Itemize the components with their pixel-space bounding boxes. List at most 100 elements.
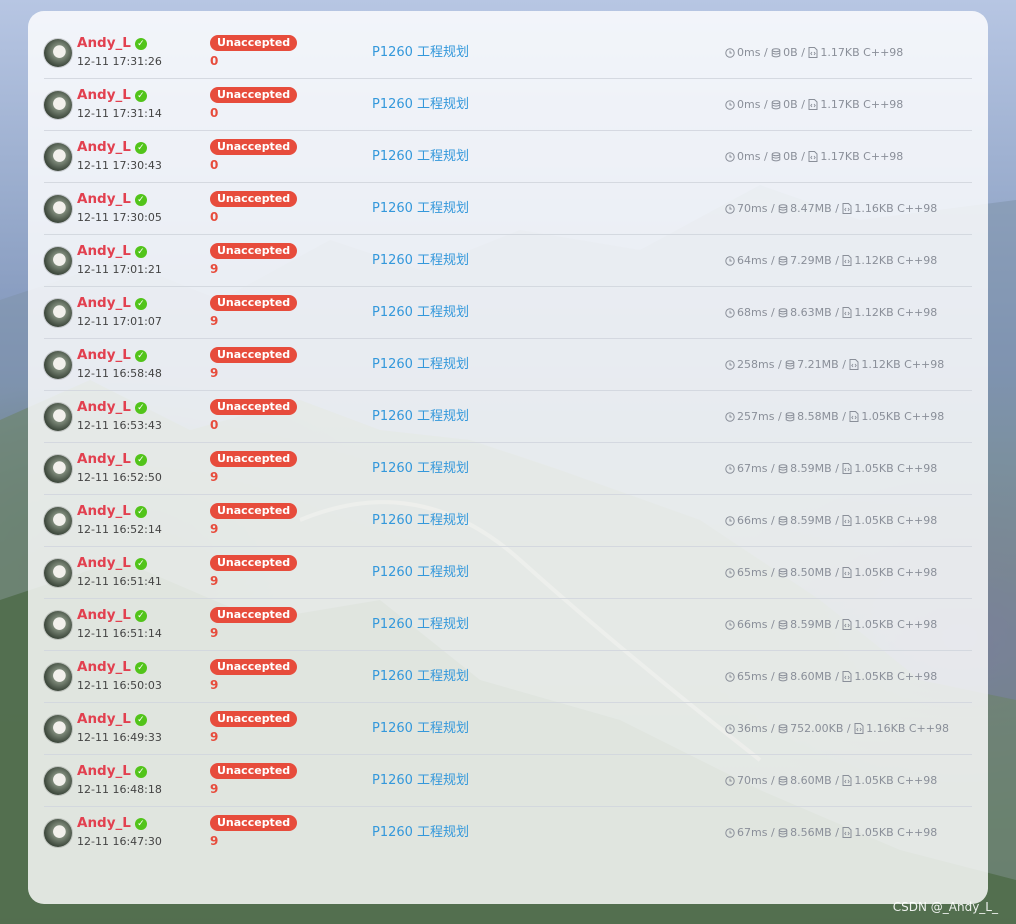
status-badge[interactable]: Unaccepted bbox=[210, 763, 298, 779]
check-circle-icon: ✓ bbox=[134, 194, 147, 206]
username-link[interactable]: Andy_L bbox=[77, 87, 131, 103]
database-icon bbox=[778, 620, 788, 630]
avatar[interactable] bbox=[44, 767, 72, 795]
status-badge[interactable]: Unaccepted bbox=[210, 555, 298, 571]
status-badge[interactable]: Unaccepted bbox=[210, 399, 298, 415]
problem-link[interactable]: P1260 工程规划 bbox=[372, 721, 469, 737]
username-link[interactable]: Andy_L bbox=[77, 451, 131, 467]
score: 9 bbox=[210, 314, 219, 328]
database-icon bbox=[778, 516, 788, 526]
clock-icon bbox=[725, 204, 735, 214]
username-link[interactable]: Andy_L bbox=[77, 295, 131, 311]
problem-link[interactable]: P1260 工程规划 bbox=[372, 253, 469, 269]
run-stats: 64ms / 7.29MB / 1.12KB C++98 bbox=[725, 254, 937, 268]
separator: / bbox=[770, 462, 779, 475]
language: C++98 bbox=[897, 774, 938, 787]
avatar[interactable] bbox=[44, 299, 72, 327]
avatar[interactable] bbox=[44, 143, 72, 171]
problem-link[interactable]: P1260 工程规划 bbox=[372, 97, 469, 113]
separator: / bbox=[835, 254, 843, 267]
username-link[interactable]: Andy_L bbox=[77, 555, 131, 571]
status-badge[interactable]: Unaccepted bbox=[210, 503, 298, 519]
separator: / bbox=[842, 410, 850, 423]
problem-link[interactable]: P1260 工程规划 bbox=[372, 201, 469, 217]
status-badge[interactable]: Unaccepted bbox=[210, 711, 298, 727]
avatar[interactable] bbox=[44, 351, 72, 379]
avatar[interactable] bbox=[44, 559, 72, 587]
problem-link[interactable]: P1260 工程规划 bbox=[372, 773, 469, 789]
score: 9 bbox=[210, 730, 219, 744]
username-link[interactable]: Andy_L bbox=[77, 243, 131, 259]
status-badge[interactable]: Unaccepted bbox=[210, 451, 298, 467]
avatar[interactable] bbox=[44, 611, 72, 639]
username-link[interactable]: Andy_L bbox=[77, 347, 131, 363]
file-code-icon bbox=[849, 359, 859, 370]
problem-link[interactable]: P1260 工程规划 bbox=[372, 617, 469, 633]
problem-link[interactable]: P1260 工程规划 bbox=[372, 149, 469, 165]
avatar[interactable] bbox=[44, 39, 72, 67]
separator: / bbox=[842, 358, 850, 371]
avatar[interactable] bbox=[44, 455, 72, 483]
status-badge[interactable]: Unaccepted bbox=[210, 139, 298, 155]
code-size: 1.05KB bbox=[854, 826, 894, 839]
file-code-icon bbox=[808, 47, 818, 58]
username-link[interactable]: Andy_L bbox=[77, 659, 131, 675]
problem-link[interactable]: P1260 工程规划 bbox=[372, 565, 469, 581]
runtime: 70ms bbox=[737, 774, 768, 787]
avatar[interactable] bbox=[44, 195, 72, 223]
submission-row: Andy_L ✓ 12-11 17:01:21 Unaccepted 9 P126… bbox=[44, 235, 972, 287]
separator: / bbox=[770, 670, 779, 683]
problem-link[interactable]: P1260 工程规划 bbox=[372, 669, 469, 685]
status-badge[interactable]: Unaccepted bbox=[210, 347, 298, 363]
problem-link[interactable]: P1260 工程规划 bbox=[372, 825, 469, 841]
clock-icon bbox=[725, 828, 735, 838]
status-badge[interactable]: Unaccepted bbox=[210, 191, 298, 207]
avatar[interactable] bbox=[44, 403, 72, 431]
avatar[interactable] bbox=[44, 819, 72, 847]
status-badge[interactable]: Unaccepted bbox=[210, 815, 298, 831]
submission-row: Andy_L ✓ 12-11 17:31:14 Unaccepted 0 P126… bbox=[44, 79, 972, 131]
file-code-icon bbox=[842, 567, 852, 578]
runtime: 67ms bbox=[737, 462, 768, 475]
problem-link[interactable]: P1260 工程规划 bbox=[372, 409, 469, 425]
avatar[interactable] bbox=[44, 247, 72, 275]
username-link[interactable]: Andy_L bbox=[77, 35, 131, 51]
run-stats: 0ms / 0B / 1.17KB C++98 bbox=[725, 98, 903, 112]
score: 0 bbox=[210, 54, 219, 68]
submit-time: 12-11 17:01:07 bbox=[77, 315, 162, 328]
username-link[interactable]: Andy_L bbox=[77, 503, 131, 519]
username-link[interactable]: Andy_L bbox=[77, 763, 131, 779]
username-link[interactable]: Andy_L bbox=[77, 711, 131, 727]
username-link[interactable]: Andy_L bbox=[77, 607, 131, 623]
status-badge[interactable]: Unaccepted bbox=[210, 659, 298, 675]
submission-row: Andy_L ✓ 12-11 16:49:33 Unaccepted 9 P126… bbox=[44, 703, 972, 755]
status-badge[interactable]: Unaccepted bbox=[210, 295, 298, 311]
separator: / bbox=[763, 46, 772, 59]
separator: / bbox=[835, 306, 843, 319]
problem-link[interactable]: P1260 工程规划 bbox=[372, 305, 469, 321]
avatar[interactable] bbox=[44, 507, 72, 535]
problem-link[interactable]: P1260 工程规划 bbox=[372, 513, 469, 529]
score: 9 bbox=[210, 574, 219, 588]
database-icon bbox=[778, 672, 788, 682]
problem-link[interactable]: P1260 工程规划 bbox=[372, 461, 469, 477]
status-badge[interactable]: Unaccepted bbox=[210, 243, 298, 259]
username-link[interactable]: Andy_L bbox=[77, 399, 131, 415]
problem-link[interactable]: P1260 工程规划 bbox=[372, 357, 469, 373]
avatar[interactable] bbox=[44, 91, 72, 119]
database-icon bbox=[778, 776, 788, 786]
username-link[interactable]: Andy_L bbox=[77, 815, 131, 831]
username-link[interactable]: Andy_L bbox=[77, 191, 131, 207]
status-badge[interactable]: Unaccepted bbox=[210, 35, 298, 51]
clock-icon bbox=[725, 256, 735, 266]
submit-time: 12-11 16:48:18 bbox=[77, 783, 162, 796]
avatar[interactable] bbox=[44, 715, 72, 743]
avatar[interactable] bbox=[44, 663, 72, 691]
problem-link[interactable]: P1260 工程规划 bbox=[372, 45, 469, 61]
code-size: 1.17KB bbox=[820, 98, 860, 111]
status-badge[interactable]: Unaccepted bbox=[210, 87, 298, 103]
status-badge[interactable]: Unaccepted bbox=[210, 607, 298, 623]
submit-time: 12-11 16:51:14 bbox=[77, 627, 162, 640]
username-link[interactable]: Andy_L bbox=[77, 139, 131, 155]
database-icon bbox=[778, 568, 788, 578]
